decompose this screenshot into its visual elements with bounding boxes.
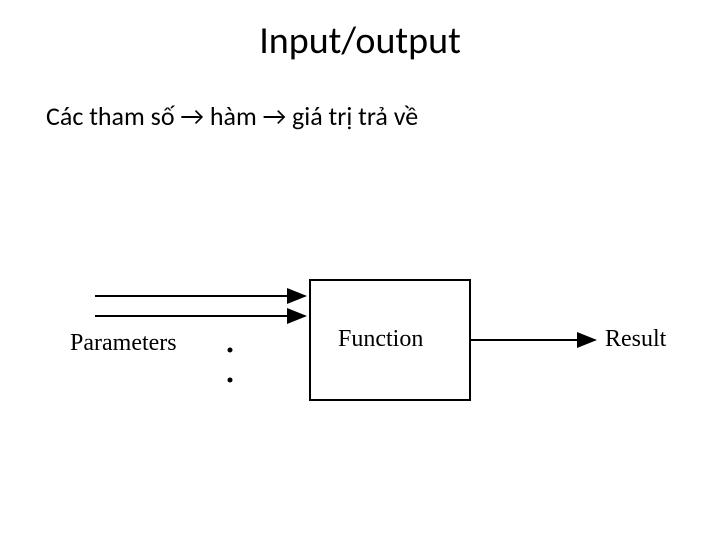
result-label: Result [605,326,666,353]
function-diagram: Parameters Function Result [40,250,680,450]
slide-title: Input/output [0,18,720,64]
parameters-label: Parameters [70,330,177,357]
slide-subtitle: Các tham số → hàm → giá trị trả về [46,100,418,132]
function-label: Function [338,326,423,353]
slide: Input/output Các tham số → hàm → giá trị… [0,0,720,540]
